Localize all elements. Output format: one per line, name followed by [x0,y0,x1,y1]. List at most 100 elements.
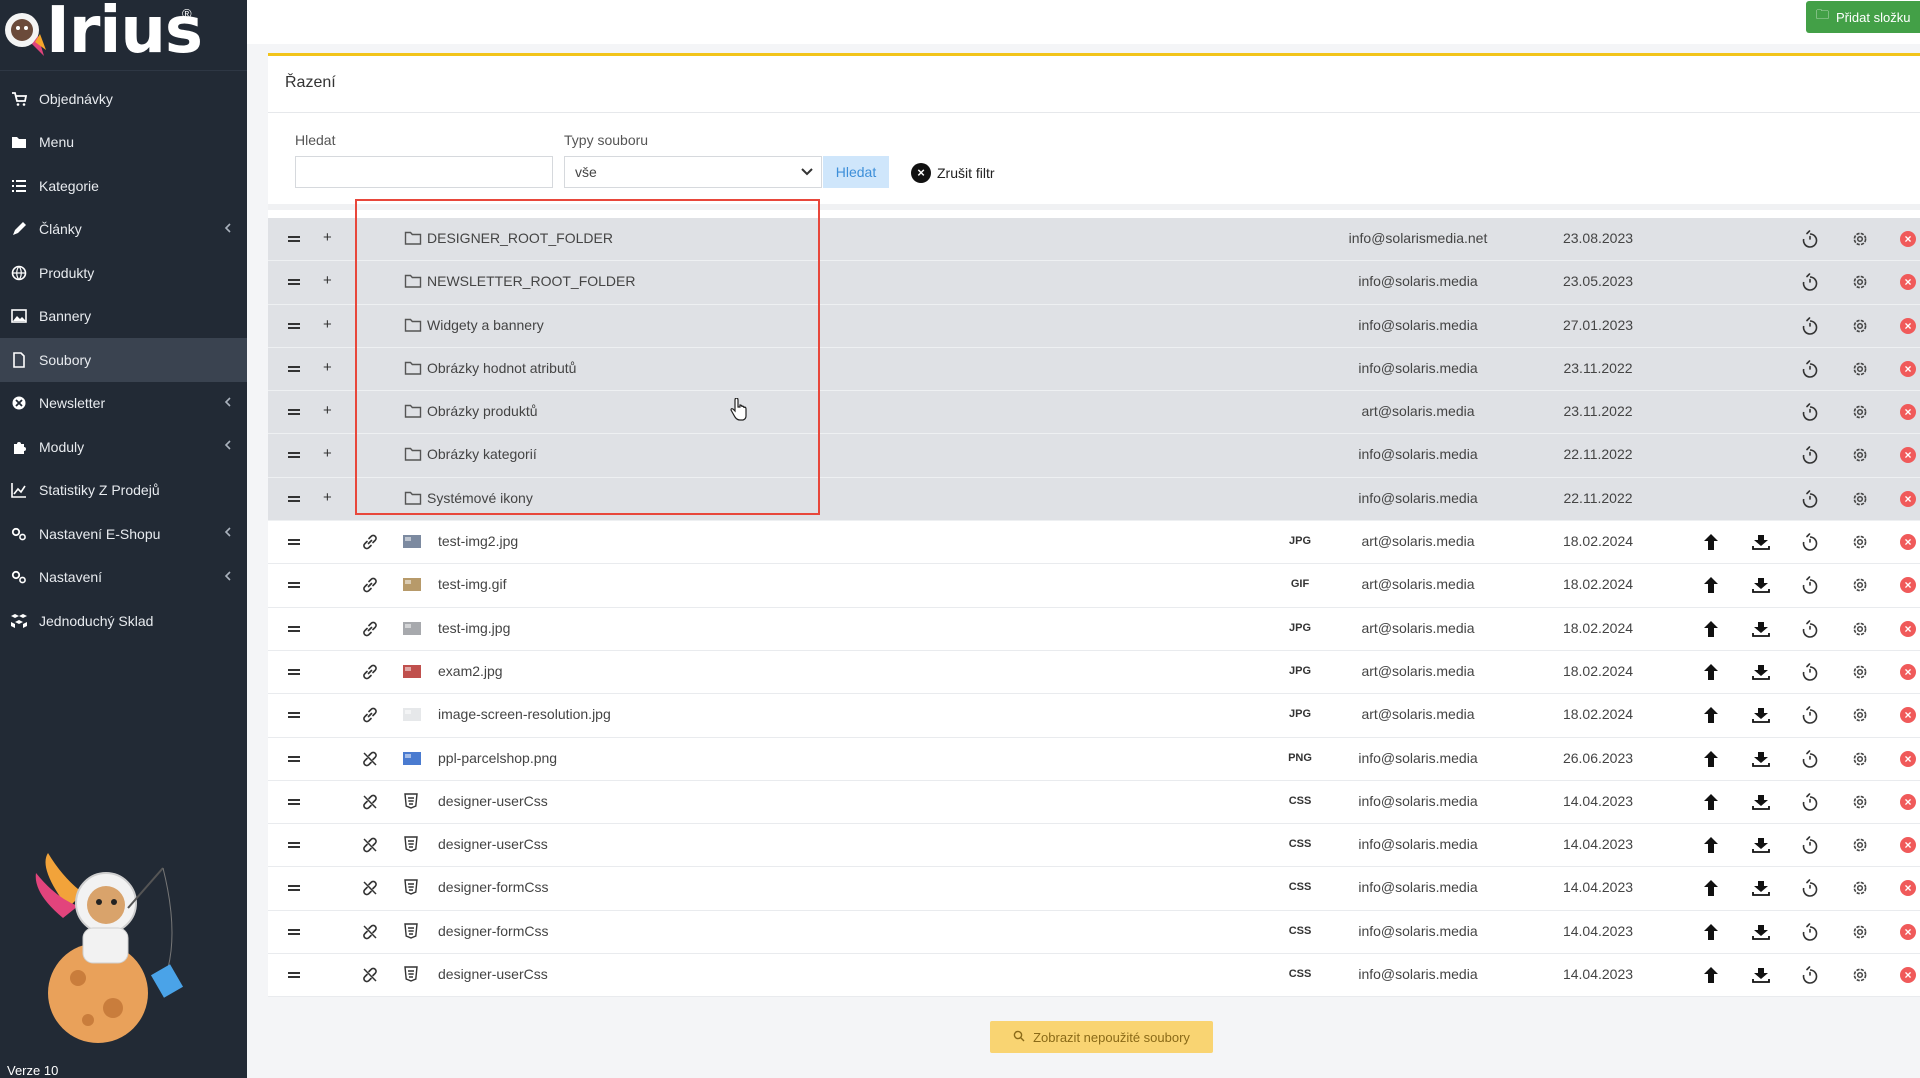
drag-handle-icon[interactable] [288,230,300,248]
sidebar-item-bannery[interactable]: Bannery [0,295,247,339]
drag-handle-icon[interactable] [288,750,300,768]
settings-gear-icon[interactable] [1849,877,1871,899]
upload-icon[interactable] [1700,877,1722,899]
file-row[interactable]: designer-userCss CSS info@solaris.media 14.… [268,780,1920,825]
history-icon[interactable] [1799,704,1821,726]
folder-row[interactable]: + NEWSLETTER_ROOT_FOLDER info@solaris.medi… [268,261,1920,305]
drag-handle-icon[interactable] [288,620,300,638]
settings-gear-icon[interactable] [1849,834,1871,856]
sidebar-item-nastaveni[interactable]: Nastavení [0,556,247,600]
image-thumbnail[interactable] [403,708,421,722]
settings-gear-icon[interactable] [1849,661,1871,683]
delete-icon[interactable]: × [1897,401,1919,423]
download-icon[interactable] [1750,618,1772,640]
settings-gear-icon[interactable] [1849,921,1871,943]
file-row[interactable]: designer-userCss CSS info@solaris.media 14.… [268,954,1920,998]
folder-row[interactable]: + Obrázky hodnot atributů info@solaris.med… [268,347,1920,392]
file-name[interactable]: ppl-parcelshop.png [438,750,557,766]
image-thumbnail[interactable] [403,535,421,549]
folder-row[interactable]: + Widgety a bannery info@solaris.media 27.0… [268,304,1920,348]
drag-handle-icon[interactable] [288,836,300,854]
sidebar-item-newsletter[interactable]: Newsletter [0,382,247,426]
sidebar-item-moduly[interactable]: Moduly [0,425,247,469]
delete-icon[interactable]: × [1897,315,1919,337]
file-row[interactable]: test-img2.jpg JPG art@solaris.media 18.02.2… [268,521,1920,565]
drag-handle-icon[interactable] [288,490,300,508]
settings-gear-icon[interactable] [1849,964,1871,986]
settings-gear-icon[interactable] [1849,531,1871,553]
history-icon[interactable] [1799,531,1821,553]
expand-plus-icon[interactable]: + [323,229,332,246]
link-icon[interactable] [360,575,380,595]
upload-icon[interactable] [1700,704,1722,726]
download-icon[interactable] [1750,877,1772,899]
file-row[interactable]: designer-formCss CSS info@solaris.media 14.… [268,867,1920,911]
expand-plus-icon[interactable]: + [323,359,332,376]
folder-name[interactable]: Systémové ikony [427,490,533,506]
upload-icon[interactable] [1700,618,1722,640]
show-unused-files-button[interactable]: Zobrazit nepoužité soubory [990,1021,1213,1053]
download-icon[interactable] [1750,834,1772,856]
settings-gear-icon[interactable] [1849,444,1871,466]
settings-gear-icon[interactable] [1849,748,1871,770]
unlink-icon[interactable] [360,792,380,812]
history-icon[interactable] [1799,964,1821,986]
download-icon[interactable] [1750,964,1772,986]
settings-gear-icon[interactable] [1849,488,1871,510]
clear-filter-button[interactable]: × Zrušit filtr [911,163,995,183]
delete-icon[interactable]: × [1897,964,1919,986]
drag-handle-icon[interactable] [288,317,300,335]
download-icon[interactable] [1750,791,1772,813]
upload-icon[interactable] [1700,834,1722,856]
delete-icon[interactable]: × [1897,358,1919,380]
delete-icon[interactable]: × [1897,704,1919,726]
file-name[interactable]: test-img.gif [438,576,506,592]
folder-row[interactable]: + Obrázky kategorií info@solaris.media 22.1… [268,434,1920,478]
unlink-icon[interactable] [360,965,380,985]
image-thumbnail[interactable] [403,621,421,635]
sidebar-item-soubory[interactable]: Soubory [0,338,247,382]
download-icon[interactable] [1750,574,1772,596]
history-icon[interactable] [1799,488,1821,510]
folder-row[interactable]: + DESIGNER_ROOT_FOLDER info@solarismedia.n… [268,218,1920,262]
file-row[interactable]: exam2.jpg JPG art@solaris.media 18.02.2024 × [268,650,1920,695]
drag-handle-icon[interactable] [288,403,300,421]
delete-icon[interactable]: × [1897,531,1919,553]
download-icon[interactable] [1750,531,1772,553]
file-row[interactable]: image-screen-resolution.jpg JPG art@solari… [268,694,1920,738]
file-row[interactable]: designer-userCss CSS info@solaris.media 14.… [268,824,1920,868]
delete-icon[interactable]: × [1897,791,1919,813]
history-icon[interactable] [1799,618,1821,640]
history-icon[interactable] [1799,748,1821,770]
download-icon[interactable] [1750,921,1772,943]
file-name[interactable]: designer-userCss [438,793,548,809]
folder-name[interactable]: Obrázky hodnot atributů [427,360,576,376]
history-icon[interactable] [1799,574,1821,596]
delete-icon[interactable]: × [1897,488,1919,510]
expand-plus-icon[interactable]: + [323,272,332,289]
folder-name[interactable]: Obrázky kategorií [427,446,537,462]
file-row[interactable]: test-img.jpg JPG art@solaris.media 18.02.20… [268,607,1920,651]
sidebar-item-statistiky-z-prodeju[interactable]: Statistiky Z Prodejů [0,469,247,513]
file-name[interactable]: designer-formCss [438,923,548,939]
folder-name[interactable]: NEWSLETTER_ROOT_FOLDER [427,273,635,289]
upload-icon[interactable] [1700,964,1722,986]
history-icon[interactable] [1799,834,1821,856]
file-name[interactable]: designer-userCss [438,966,548,982]
history-icon[interactable] [1799,401,1821,423]
add-folder-button[interactable]: 🗀 Přidat složku [1806,1,1920,33]
sidebar-item-menu[interactable]: Menu [0,121,247,165]
image-thumbnail[interactable] [403,751,421,765]
history-icon[interactable] [1799,358,1821,380]
settings-gear-icon[interactable] [1849,704,1871,726]
sidebar-item-produkty[interactable]: Produkty [0,251,247,295]
upload-icon[interactable] [1700,921,1722,943]
drag-handle-icon[interactable] [288,966,300,984]
file-row[interactable]: ppl-parcelshop.png PNG info@solaris.media 2… [268,737,1920,781]
delete-icon[interactable]: × [1897,834,1919,856]
drag-handle-icon[interactable] [288,576,300,594]
download-icon[interactable] [1750,748,1772,770]
unlink-icon[interactable] [360,749,380,769]
folder-name[interactable]: Widgety a bannery [427,317,544,333]
drag-handle-icon[interactable] [288,793,300,811]
